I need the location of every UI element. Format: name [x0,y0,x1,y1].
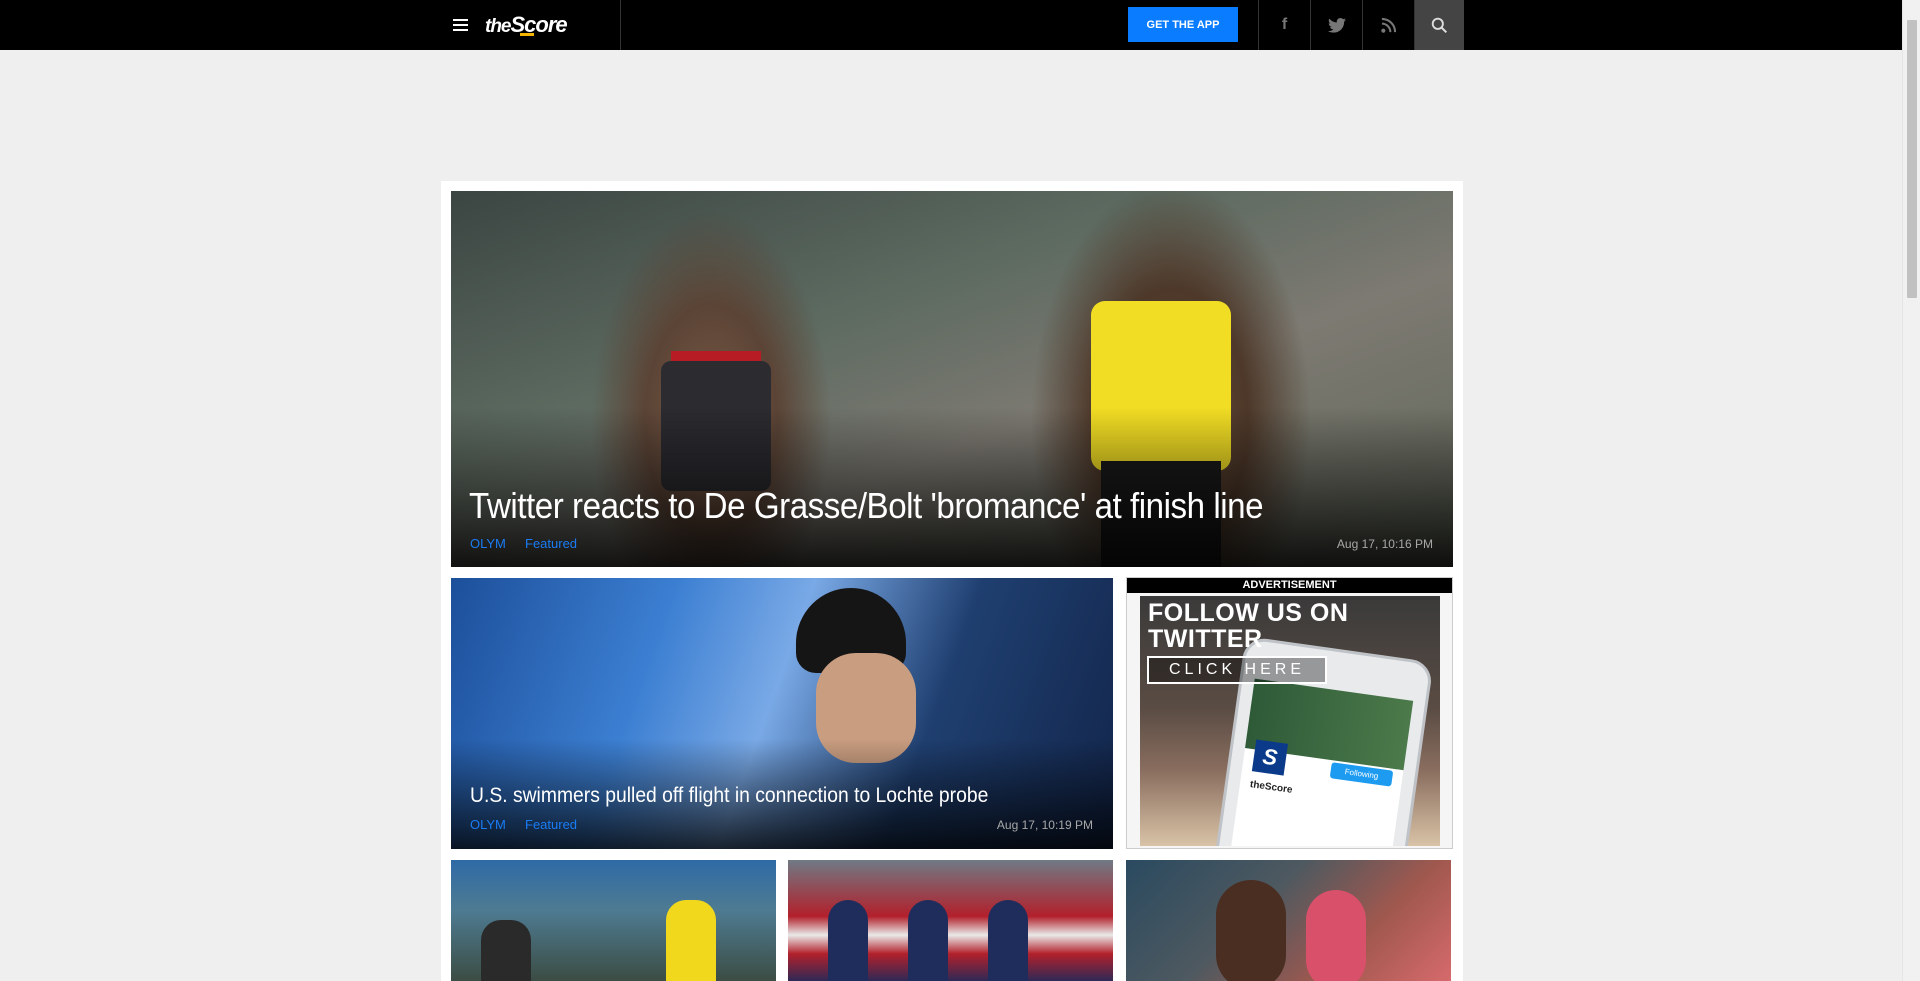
ad-click-here-button[interactable]: CLICK HERE [1147,656,1327,684]
scrollbar-thumb[interactable] [1907,20,1917,298]
hero-timestamp: Aug 17, 10:16 PM [1336,537,1433,551]
hero-tag-league[interactable]: OLYM [470,536,506,551]
thumb-image-detail [666,900,716,981]
thumb-image-detail [828,900,868,981]
search-icon[interactable] [1414,0,1464,50]
article-thumbnail[interactable] [1126,860,1451,981]
phone-screen: S Following theScore [1228,678,1414,846]
thumb-image-detail [481,920,531,981]
article-thumbnail[interactable] [788,860,1113,981]
secondary-article[interactable]: U.S. swimmers pulled off flight in conne… [451,578,1113,849]
hero-headline[interactable]: Twitter reacts to De Grasse/Bolt 'broman… [469,485,1264,527]
hero-tag-featured[interactable]: Featured [525,536,577,551]
nav-inner: theScore GET THE APP f [440,0,1464,50]
logo-accent [520,33,534,36]
secondary-timestamp: Aug 17, 10:19 PM [996,818,1093,832]
facebook-icon[interactable]: f [1258,0,1310,50]
page-scrollbar[interactable] [1902,0,1920,981]
twitter-icon[interactable] [1310,0,1362,50]
phone-account-name: theScore [1249,779,1294,796]
ad-headline-line2: TWITTER [1148,625,1263,653]
thescore-logo-icon: S [1251,739,1289,776]
get-the-app-button[interactable]: GET THE APP [1128,7,1238,42]
article-thumbnail[interactable] [451,860,776,981]
thumb-image-detail [1216,880,1286,981]
rss-icon[interactable] [1362,0,1414,50]
secondary-headline[interactable]: U.S. swimmers pulled off flight in conne… [470,784,988,808]
thumb-image-detail [908,900,948,981]
thumb-image-detail [1306,890,1366,981]
nav-divider [620,0,621,50]
thumb-image-detail [988,900,1028,981]
secondary-tag-featured[interactable]: Featured [525,817,577,832]
hero-article[interactable]: Twitter reacts to De Grasse/Bolt 'broman… [451,191,1453,567]
twitter-follow-ad[interactable]: S Following theScore FOLLOW US ON TWITTE… [1140,596,1440,846]
advertisement: ADVERTISEMENT S Following theScore FOLLO… [1126,577,1453,849]
secondary-tag-league[interactable]: OLYM [470,817,506,832]
main-content: Twitter reacts to De Grasse/Bolt 'broman… [441,181,1463,981]
top-navigation-bar: theScore GET THE APP f [0,0,1902,50]
ad-headline-line1: FOLLOW US ON [1148,599,1349,627]
advertisement-label: ADVERTISEMENT [1127,578,1452,593]
menu-icon[interactable] [440,0,480,50]
